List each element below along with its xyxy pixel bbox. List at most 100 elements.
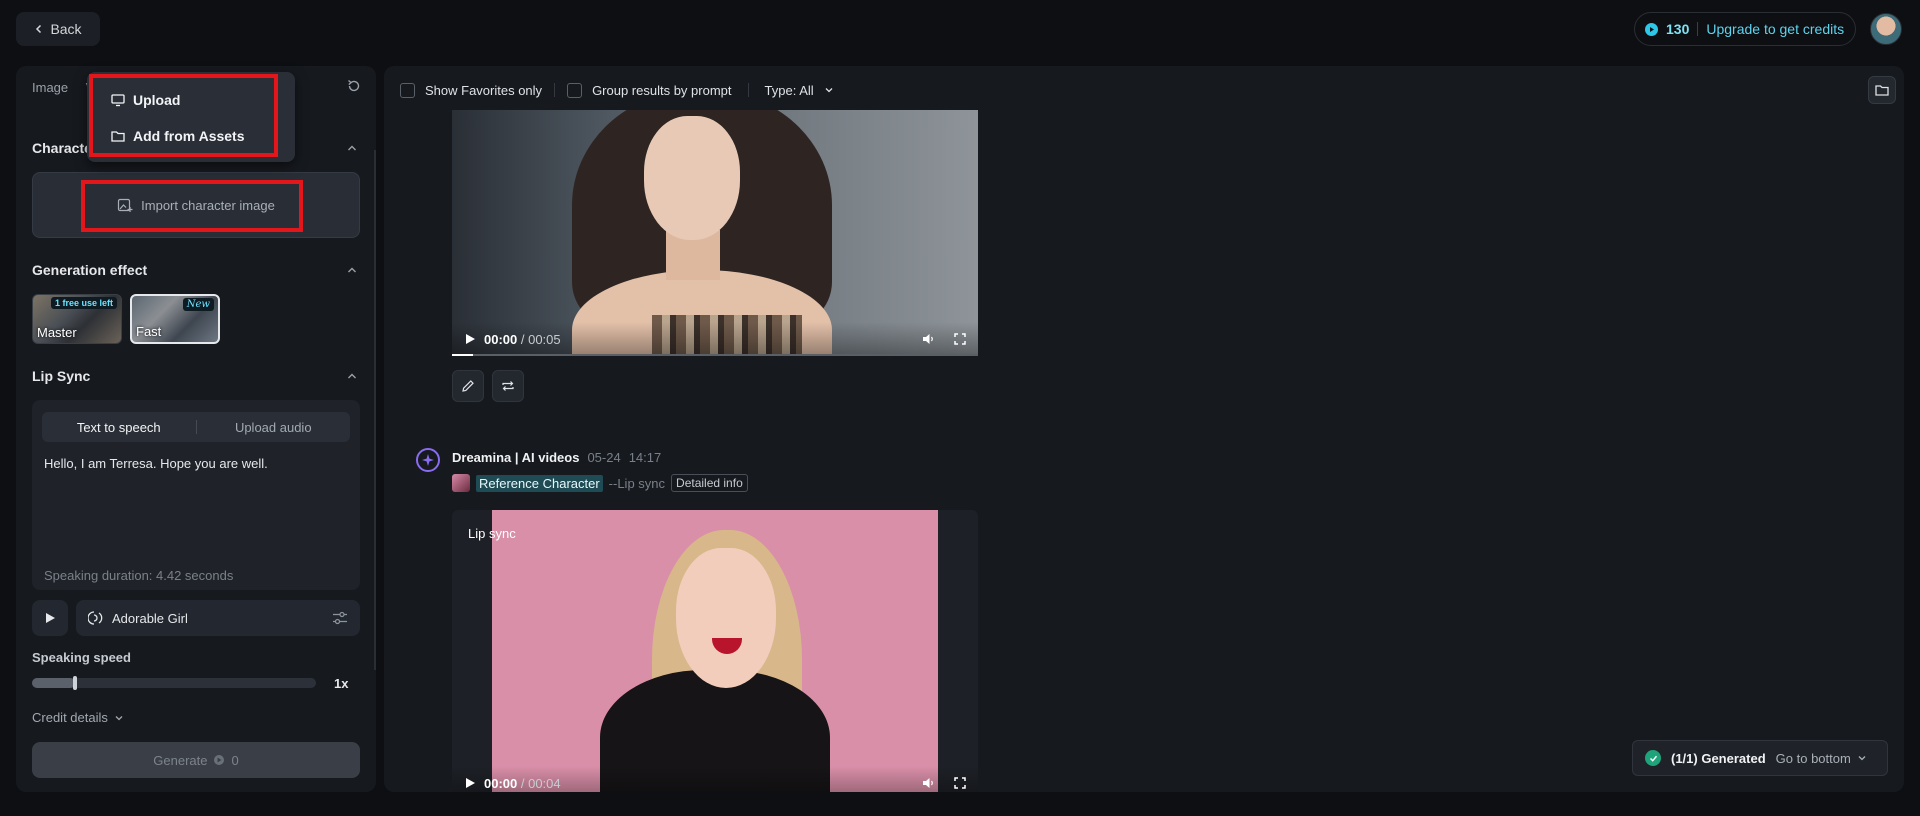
reset-icon[interactable] [346,78,362,94]
credit-icon [1645,22,1658,36]
video-controls: 00:00 / 00:05 [452,322,978,356]
tab-text-to-speech[interactable]: Text to speech [42,420,196,435]
regenerate-button[interactable] [492,370,524,402]
dreamina-logo-icon [416,448,440,472]
reference-thumbnail [452,474,470,492]
speaking-speed-value: 1x [334,676,349,691]
voice-selector[interactable]: Adorable Girl [76,600,360,636]
credits-value: 130 [1666,21,1690,37]
free-use-badge: 1 free use left [50,297,117,309]
video-result-1[interactable]: 00:00 / 00:05 [452,110,978,356]
favorites-label: Show Favorites only [425,82,543,98]
credits-pill[interactable]: 130 Upgrade to get credits [1634,12,1856,46]
generate-label: Generate [153,752,208,768]
reference-character-tag[interactable]: Reference Character [476,474,603,492]
voice-icon [88,610,104,626]
effect-fast-option[interactable]: New Fast [130,294,220,344]
results-panel: Show Favorites only Group results by pro… [384,66,1904,792]
volume-icon[interactable] [922,333,936,345]
generate-button[interactable]: Generate 0 [32,742,360,778]
speaking-duration: Speaking duration: 4.42 seconds [44,568,234,583]
chevron-left-icon [34,24,44,34]
voice-preview-button[interactable] [32,600,68,636]
speaking-speed-slider[interactable] [32,676,316,690]
generation-date: 05-24 [587,450,621,465]
avatar[interactable] [1870,13,1902,45]
upgrade-link[interactable]: Upgrade to get credits [1706,21,1844,37]
credit-details-label: Credit details [32,710,108,725]
tab-image[interactable]: Image [32,80,68,95]
effect-master-label: Master [37,325,77,340]
credits-divider [1697,22,1699,36]
pencil-icon [461,379,475,393]
edit-button[interactable] [452,370,484,402]
credit-details-toggle[interactable]: Credit details [32,710,124,725]
left-panel-scrollbar[interactable] [374,150,376,670]
play-icon [44,612,56,624]
toolbar-divider [747,83,749,97]
video-result-2[interactable]: Lip sync 00:00 / 00:04 [452,510,978,792]
chevron-up-icon[interactable] [346,142,358,154]
speed-slider-fill [32,678,75,688]
group-checkbox[interactable] [567,82,583,98]
video-total-time: / 00:05 [520,331,561,347]
voice-name: Adorable Girl [112,610,188,626]
prompt-tags: Reference Character --Lip sync Detailed … [452,474,748,492]
go-to-bottom-label: Go to bottom [1775,750,1851,766]
play-icon[interactable] [464,777,476,789]
video-time: 00:00 / 00:04 [484,776,561,791]
back-button[interactable]: Back [16,12,100,46]
back-label: Back [50,21,82,37]
character-section-title: Characte [32,140,92,156]
folder-button[interactable] [1868,76,1896,104]
folder-icon [1875,83,1889,97]
left-panel: Image V Characte Import character image … [16,66,376,792]
volume-icon[interactable] [922,777,936,789]
sliders-icon[interactable] [332,611,348,625]
speaking-speed-title: Speaking speed [32,650,131,665]
repeat-icon [501,379,515,393]
results-toolbar: Show Favorites only Group results by pro… [400,80,834,100]
type-filter[interactable]: Type: All [765,83,814,98]
video-current-time: 00:00 [484,331,518,347]
video-right-controls [922,333,966,345]
fullscreen-icon[interactable] [954,333,966,345]
video-frame-art [644,116,740,240]
check-icon [1645,750,1661,766]
lip-sync-box: Text to speech Upload audio Hello, I am … [32,400,360,590]
video-total-time: / 00:04 [520,775,561,791]
video-current-time: 00:00 [484,775,518,791]
lip-sync-label: Lip sync [468,526,516,541]
generator-name: Dreamina | AI videos [452,450,580,465]
speed-slider-handle[interactable] [72,676,77,690]
speech-text-input[interactable]: Hello, I am Terresa. Hope you are well. [44,456,268,471]
toolbar-divider [554,83,556,97]
fullscreen-icon[interactable] [954,777,966,789]
lip-sync-tag: --Lip sync [608,475,666,491]
lip-sync-title: Lip Sync [32,368,91,384]
effect-master-option[interactable]: 1 free use left Master [32,294,122,344]
chevron-down-icon [114,713,124,723]
video-progress-bar[interactable] [452,354,978,356]
effect-fast-label: Fast [136,324,162,339]
generate-cost: 0 [231,752,239,768]
favorites-checkbox[interactable] [400,82,415,98]
generation-status-toast: (1/1) Generated Go to bottom [1632,740,1888,776]
lip-sync-mode-toggle: Text to speech Upload audio [42,412,350,442]
chevron-up-icon[interactable] [346,370,358,382]
highlight-box-import [81,180,303,232]
video-controls: 00:00 / 00:04 [452,766,978,792]
tab-upload-audio[interactable]: Upload audio [197,420,351,435]
new-badge: New [182,298,214,311]
generation-time: 14:17 [628,450,662,465]
go-to-bottom-link[interactable]: Go to bottom [1776,751,1867,766]
highlight-box-menu [89,74,278,157]
chevron-down-icon [1857,753,1867,763]
play-icon[interactable] [464,333,476,345]
video-frame-art [676,548,776,688]
chevron-up-icon[interactable] [346,264,358,276]
video-right-controls [922,777,966,789]
group-label: Group results by prompt [592,82,732,98]
credit-icon [213,754,225,766]
detailed-info-button[interactable]: Detailed info [671,474,748,492]
